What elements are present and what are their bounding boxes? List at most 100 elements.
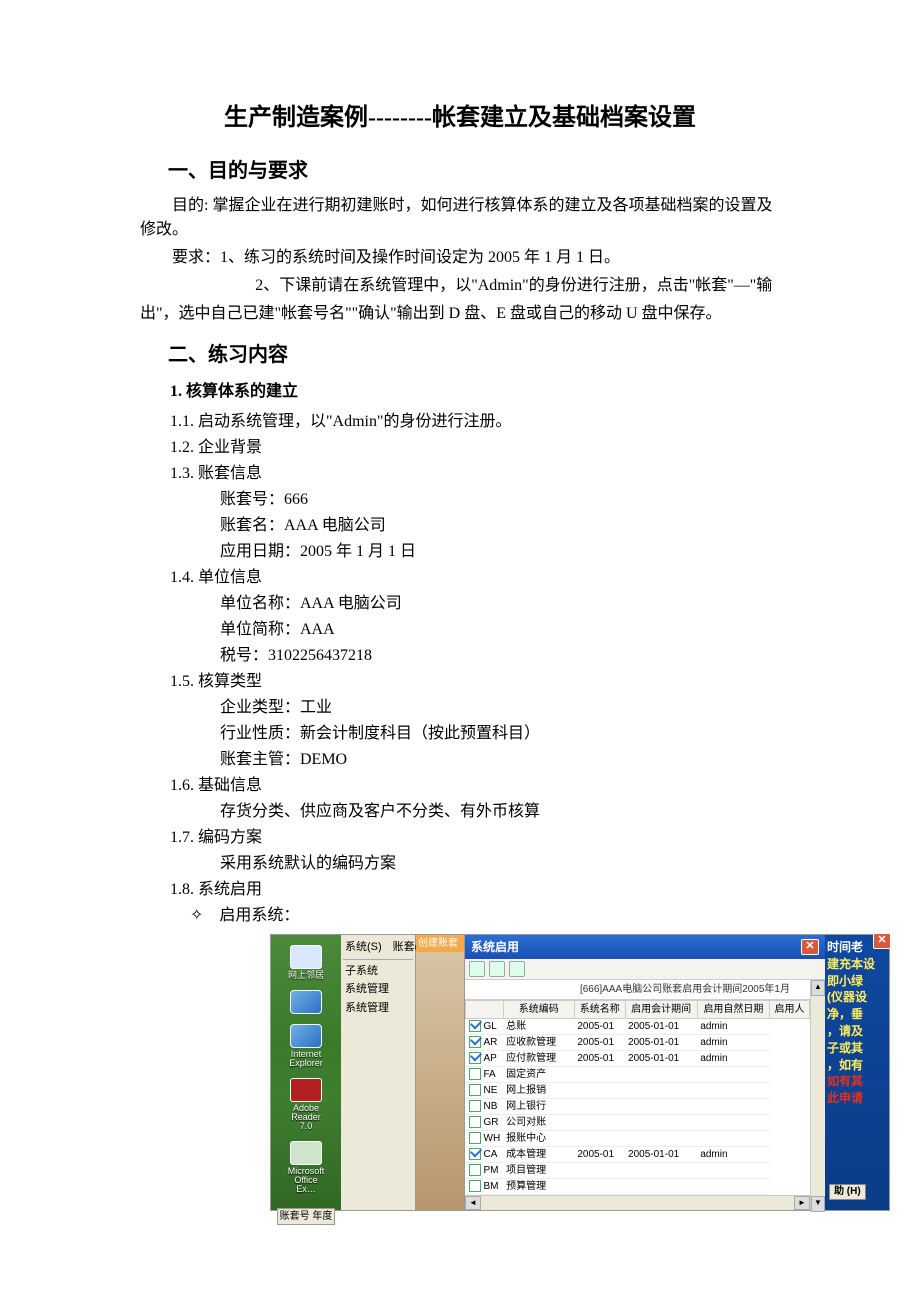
- requirement-2a: 2、下课前请在系统管理中，以"Admin"的身份进行注册，点击"帐套"—"输: [140, 274, 780, 298]
- menu-item[interactable]: 子系统: [343, 962, 413, 981]
- table-row[interactable]: WH报账中心: [466, 1131, 810, 1147]
- item-1-3-a: 账套号：666: [220, 488, 780, 512]
- help-button[interactable]: 助 (H): [829, 1184, 866, 1200]
- dialog-titlebar: 系统启用 ✕: [465, 935, 825, 959]
- cell-d: [625, 1163, 697, 1179]
- cell-u: [697, 1179, 769, 1195]
- cell-name: 应付款管理: [503, 1051, 574, 1067]
- cell-u: [697, 1083, 769, 1099]
- table-row[interactable]: FA固定资产: [466, 1067, 810, 1083]
- sysadmin-menu-panel: 系统(S) 账套(A) 子系统系统管理系统管理: [341, 935, 416, 1210]
- cell-name: 网上银行: [503, 1099, 574, 1115]
- row-checkbox[interactable]: [469, 1164, 481, 1176]
- desktop-icon-label: Internet Explorer: [286, 1050, 326, 1068]
- table-row[interactable]: BM 预算管理: [466, 1179, 810, 1195]
- cell-u: [697, 1099, 769, 1115]
- cell-p: [574, 1083, 625, 1099]
- cell-d: [625, 1099, 697, 1115]
- row-checkbox[interactable]: [469, 1020, 481, 1032]
- desktop-icon[interactable]: Microsoft Office Ex…: [286, 1141, 326, 1194]
- desktop-icon[interactable]: 网上邻居: [286, 945, 326, 980]
- cell-p: [574, 1067, 625, 1083]
- table-row[interactable]: AP应付款管理2005-012005-01-01admin: [466, 1051, 810, 1067]
- cell-code: BM: [484, 1181, 499, 1192]
- item-1-6: 1.6. 基础信息: [170, 774, 780, 798]
- cell-name: 预算管理: [503, 1179, 574, 1195]
- row-checkbox[interactable]: [469, 1084, 481, 1096]
- cell-code: AP: [484, 1053, 497, 1064]
- document-title: 生产制造案例--------帐套建立及基础档案设置: [140, 100, 780, 136]
- menubar[interactable]: 系统(S) 账套(A): [343, 938, 413, 957]
- row-checkbox[interactable]: [469, 1116, 481, 1128]
- desktop-icon-label: 网上邻居: [286, 971, 326, 980]
- account-label-chip: 账套号 年度: [277, 1208, 336, 1225]
- menu-item[interactable]: 系统管理: [343, 999, 413, 1018]
- desktop-icon[interactable]: Internet Explorer: [286, 1024, 326, 1068]
- cell-d: [625, 1083, 697, 1099]
- right-text-strip: ✕ 时间老建充本设即小绿(仪器设净，垂，请及子或其，如有如有其此申请 助 (H): [825, 935, 889, 1210]
- refresh-icon[interactable]: [469, 961, 485, 977]
- cell-p: 2005-01: [574, 1035, 625, 1051]
- table-row[interactable]: PM项目管理: [466, 1163, 810, 1179]
- desktop-icon[interactable]: [286, 990, 326, 1014]
- item-1-8-a: ✧ 启用系统：: [190, 904, 780, 928]
- cell-u: admin: [697, 1019, 769, 1035]
- cell-name: 总账: [503, 1019, 574, 1035]
- requirement-1: 要求：1、练习的系统时间及操作时间设定为 2005 年 1 月 1 日。: [140, 246, 780, 270]
- table-row[interactable]: NB 网上银行: [466, 1099, 810, 1115]
- row-checkbox[interactable]: [469, 1052, 481, 1064]
- cell-code: WH: [484, 1133, 501, 1144]
- row-checkbox[interactable]: [469, 1068, 481, 1080]
- right-strip-line: 即小绿: [827, 973, 887, 990]
- cell-code: GL: [484, 1021, 497, 1032]
- cell-p: 2005-01: [574, 1147, 625, 1163]
- item-1-7-a: 采用系统默认的编码方案: [220, 852, 780, 876]
- decorative-image: 创建账套: [416, 935, 465, 1210]
- subsection-1-heading: 1. 核算体系的建立: [170, 380, 780, 404]
- right-strip-line: (仪器设: [827, 989, 887, 1006]
- item-1-4: 1.4. 单位信息: [170, 566, 780, 590]
- create-account-button[interactable]: 创建账套: [416, 935, 464, 952]
- horizontal-scrollbar[interactable]: ◄►: [465, 1195, 810, 1210]
- item-1-5-a: 企业类型：工业: [220, 696, 780, 720]
- cell-code: CA: [484, 1149, 498, 1160]
- exit-icon[interactable]: [509, 961, 525, 977]
- dialog-subtitle: [666]AAA电脑公司账套启用会计期间2005年1月: [465, 980, 810, 999]
- row-checkbox[interactable]: [469, 1148, 481, 1160]
- table-row[interactable]: GR公司对账: [466, 1115, 810, 1131]
- right-strip-line: 此申请: [827, 1090, 887, 1107]
- item-1-5-c: 账套主管：DEMO: [220, 748, 780, 772]
- cell-code: FA: [484, 1069, 496, 1080]
- menu-item[interactable]: 系统管理: [343, 980, 413, 999]
- cell-u: admin: [697, 1051, 769, 1067]
- right-strip-line: 如有其: [827, 1073, 887, 1090]
- help-icon[interactable]: [489, 961, 505, 977]
- table-row[interactable]: AR应收款管理2005-012005-01-01admin: [466, 1035, 810, 1051]
- table-row[interactable]: CA成本管理2005-012005-01-01admin: [466, 1147, 810, 1163]
- cell-name: 应收款管理: [503, 1035, 574, 1051]
- cell-d: 2005-01-01: [625, 1035, 697, 1051]
- item-1-4-c: 税号：3102256437218: [220, 644, 780, 668]
- outer-close-icon[interactable]: ✕: [873, 933, 891, 949]
- column-header: 系统名称: [574, 1001, 625, 1019]
- cell-code: NE: [484, 1085, 498, 1096]
- row-checkbox[interactable]: [469, 1180, 481, 1192]
- table-row[interactable]: GL总账2005-012005-01-01admin: [466, 1019, 810, 1035]
- row-checkbox[interactable]: [469, 1036, 481, 1048]
- row-checkbox[interactable]: [469, 1132, 481, 1144]
- section-2-heading: 二、练习内容: [168, 340, 780, 370]
- cell-code: NB: [484, 1101, 498, 1112]
- item-1-1: 1.1. 启动系统管理，以"Admin"的身份进行注册。: [170, 410, 780, 434]
- item-1-5-b: 行业性质：新会计制度科目（按此预置科目）: [220, 722, 780, 746]
- desktop-icon[interactable]: Adobe Reader 7.0: [286, 1078, 326, 1131]
- close-icon[interactable]: ✕: [801, 939, 819, 955]
- item-1-7: 1.7. 编码方案: [170, 826, 780, 850]
- vertical-scrollbar[interactable]: ▲ ▼: [810, 980, 825, 1210]
- row-checkbox[interactable]: [469, 1100, 481, 1112]
- cell-name: 公司对账: [503, 1115, 574, 1131]
- desktop-icon-label: Microsoft Office Ex…: [286, 1167, 326, 1194]
- item-1-5: 1.5. 核算类型: [170, 670, 780, 694]
- table-row[interactable]: NE网上报销: [466, 1083, 810, 1099]
- item-1-3-b: 账套名：AAA 电脑公司: [220, 514, 780, 538]
- system-grid: 系统编码系统名称启用会计期间启用自然日期启用人 GL总账2005-012005-…: [465, 999, 810, 1195]
